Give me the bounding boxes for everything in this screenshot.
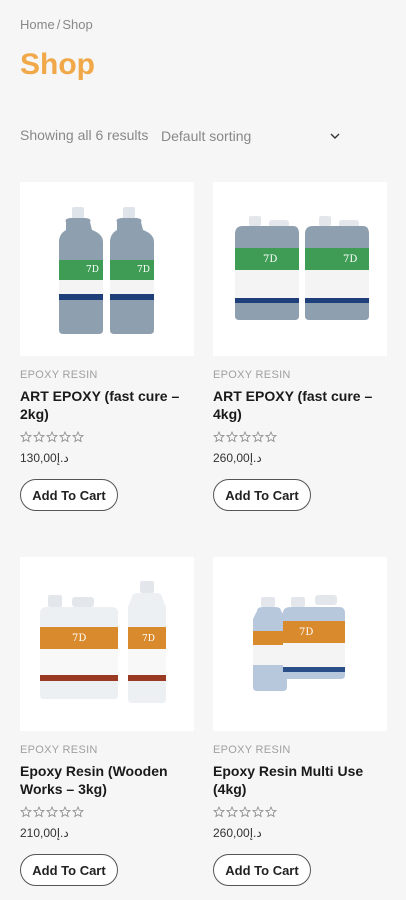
star-icon [265,806,277,818]
add-to-cart-button[interactable]: Add To Cart [213,854,311,886]
chevron-down-icon [330,133,340,139]
product-category[interactable]: EPOXY RESIN [20,744,194,756]
add-to-cart-button[interactable]: Add To Cart [20,854,118,886]
add-to-cart-button[interactable]: Add To Cart [20,479,118,511]
star-icon [213,431,225,443]
breadcrumb: Home / Shop [20,17,93,32]
product-image[interactable]: 7D 7D [213,182,387,356]
svg-text:7D: 7D [86,265,99,275]
results-count: Showing all 6 results [20,127,149,143]
add-to-cart-button[interactable]: Add To Cart [213,479,311,511]
currency-symbol: د.إ [56,826,69,840]
breadcrumb-current: Shop [62,17,93,32]
product-image[interactable]: 7D 7D [20,182,194,356]
sorting-select[interactable]: Default sorting [161,125,341,147]
currency-symbol: د.إ [56,451,69,465]
star-icon [226,806,238,818]
star-icon [33,431,45,443]
product-category[interactable]: EPOXY RESIN [20,369,194,381]
star-rating [213,431,387,445]
star-rating [213,806,387,820]
svg-text:7D: 7D [343,254,357,265]
svg-text:7D: 7D [137,265,150,275]
breadcrumb-separator: / [56,17,61,32]
star-icon [20,431,32,443]
product-price: د.إ260,00 [213,826,387,840]
product-card: 7D 7D EPOXY RESIN ART EPOXY (fast cure –… [20,182,194,511]
star-rating [20,806,194,820]
product-price: د.إ210,00 [20,826,194,840]
star-icon [72,806,84,818]
svg-text:7D: 7D [263,254,277,265]
currency-symbol: د.إ [249,826,262,840]
product-price: د.إ130,00 [20,451,194,465]
product-title[interactable]: Epoxy Resin Multi Use (4kg) [213,762,387,798]
star-icon [20,806,32,818]
sorting-selected-label: Default sorting [161,128,252,144]
product-price: د.إ260,00 [213,451,387,465]
price-amount: 260,00 [213,826,250,840]
star-icon [239,806,251,818]
product-card: 7D EPOXY RESIN Epoxy Resin Multi Use (4k… [213,557,387,886]
svg-text:7D: 7D [72,633,86,644]
currency-symbol: د.إ [249,451,262,465]
price-amount: 210,00 [20,826,57,840]
star-icon [46,431,58,443]
product-card: 7D 7D EPOXY RESIN ART EPOXY (fast cure –… [213,182,387,511]
product-image[interactable]: 7D 7D [20,557,194,731]
star-icon [213,806,225,818]
product-title[interactable]: ART EPOXY (fast cure – 2kg) [20,387,194,423]
star-icon [46,806,58,818]
star-icon [265,431,277,443]
product-category[interactable]: EPOXY RESIN [213,744,387,756]
product-title[interactable]: ART EPOXY (fast cure – 4kg) [213,387,387,423]
price-amount: 260,00 [213,451,250,465]
product-card: 7D 7D EPOXY RESIN Epoxy Resin (Wooden Wo… [20,557,194,886]
page-title: Shop [20,48,95,81]
star-icon [239,431,251,443]
svg-text:7D: 7D [299,627,313,638]
product-image[interactable]: 7D [213,557,387,731]
svg-text:7D: 7D [142,634,155,644]
breadcrumb-home-link[interactable]: Home [20,17,55,32]
star-icon [59,806,71,818]
star-icon [33,806,45,818]
product-title[interactable]: Epoxy Resin (Wooden Works – 3kg) [20,762,194,798]
star-icon [72,431,84,443]
star-rating [20,431,194,445]
star-icon [252,431,264,443]
star-icon [226,431,238,443]
product-category[interactable]: EPOXY RESIN [213,369,387,381]
price-amount: 130,00 [20,451,57,465]
bottle-icon: 7D [59,207,103,334]
star-icon [59,431,71,443]
star-icon [252,806,264,818]
